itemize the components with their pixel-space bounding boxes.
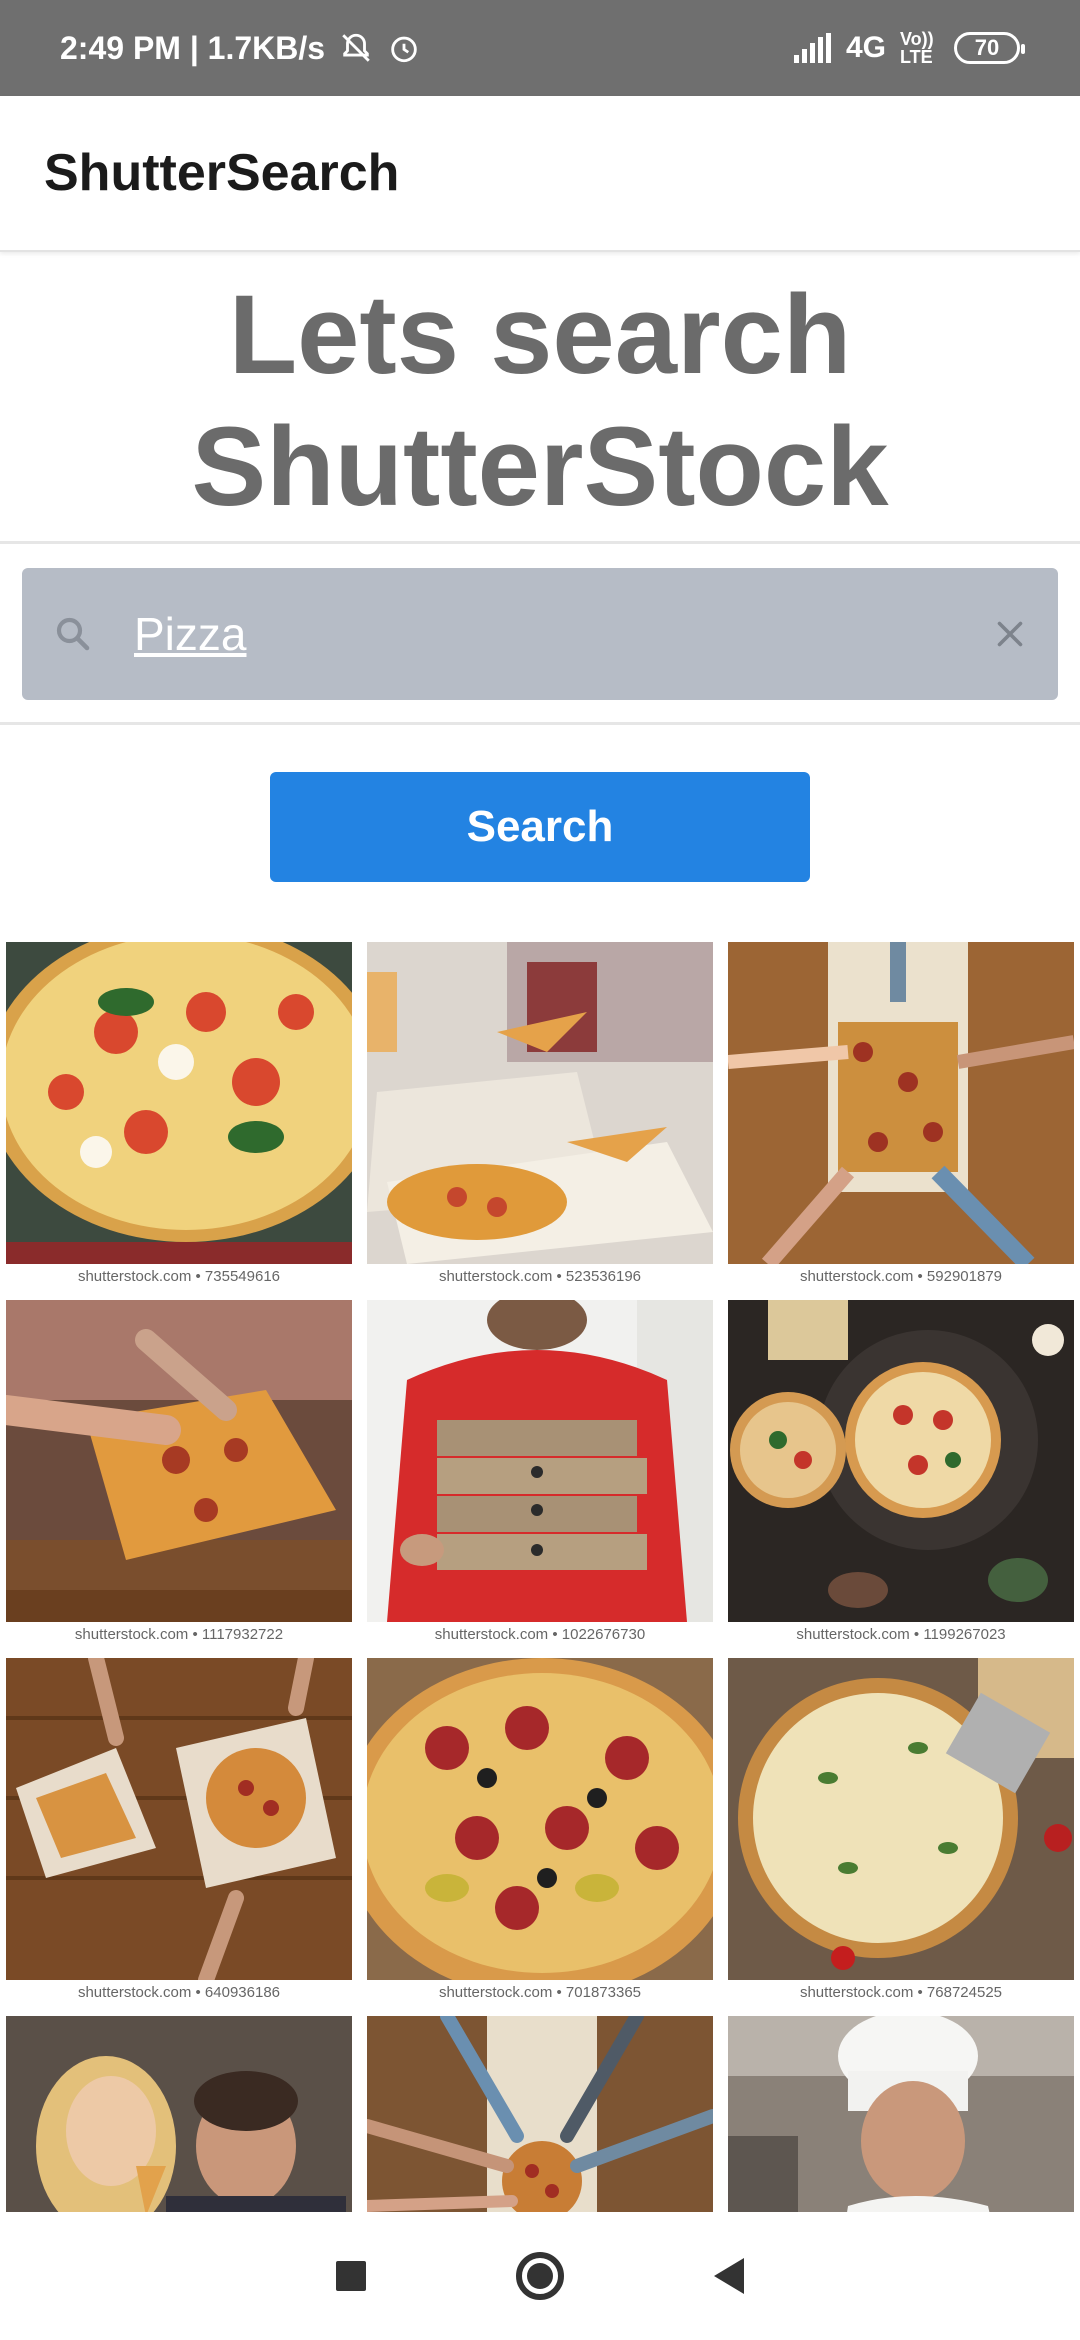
- status-bar: 2:49 PM | 1.7KB/s 4G Vo)) LTE 70: [0, 0, 1080, 96]
- bell-off-icon: [339, 31, 373, 65]
- result-image[interactable]: [6, 942, 352, 1264]
- result-tile-9[interactable]: shutterstock.com • 768724525: [728, 1658, 1074, 2006]
- result-image[interactable]: [6, 1658, 352, 1980]
- result-image[interactable]: [728, 1300, 1074, 1622]
- result-tile-11[interactable]: [367, 2016, 713, 2212]
- result-caption: shutterstock.com • 735549616: [6, 1264, 352, 1290]
- result-tile-12[interactable]: [728, 2016, 1074, 2212]
- recents-icon[interactable]: [336, 2261, 366, 2291]
- search-field[interactable]: Pizza: [22, 568, 1058, 700]
- back-icon[interactable]: [714, 2258, 744, 2294]
- result-image[interactable]: [367, 942, 713, 1264]
- hero-heading: Lets search ShutterStock: [0, 260, 1080, 544]
- result-image[interactable]: [6, 1300, 352, 1622]
- network-type: 4G: [845, 31, 886, 64]
- result-tile-6[interactable]: shutterstock.com • 1199267023: [728, 1300, 1074, 1648]
- battery-icon: 70: [954, 32, 1025, 64]
- result-caption: shutterstock.com • 640936186: [6, 1980, 352, 2006]
- battery-level: 70: [974, 35, 1000, 60]
- status-time: 2:49 PM | 1.7KB/s: [60, 29, 326, 66]
- result-tile-1[interactable]: shutterstock.com • 735549616: [6, 942, 352, 1290]
- result-image[interactable]: [367, 1300, 713, 1622]
- result-image[interactable]: [6, 2016, 352, 2212]
- result-tile-10[interactable]: [6, 2016, 352, 2212]
- result-tile-7[interactable]: shutterstock.com • 640936186: [6, 1658, 352, 2006]
- result-caption: shutterstock.com • 1022676730: [367, 1622, 713, 1648]
- result-image[interactable]: [367, 2016, 713, 2212]
- result-image[interactable]: [367, 1658, 713, 1980]
- volte-indicator: Vo)) LTE: [900, 29, 934, 67]
- navigation-bar: [0, 2212, 1080, 2340]
- result-image[interactable]: [728, 2016, 1074, 2212]
- result-tile-3[interactable]: shutterstock.com • 592901879: [728, 942, 1074, 1290]
- result-image[interactable]: [728, 1658, 1074, 1980]
- status-left: 2:49 PM | 1.7KB/s: [60, 30, 421, 67]
- hero-line-2: ShutterStock: [191, 403, 889, 529]
- hero-line-1: Lets search: [228, 271, 852, 397]
- search-icon: [52, 613, 94, 655]
- signal-icon: [793, 33, 832, 63]
- search-button[interactable]: Search: [270, 772, 810, 882]
- search-input[interactable]: Pizza: [134, 607, 992, 661]
- result-tile-5[interactable]: shutterstock.com • 1022676730: [367, 1300, 713, 1648]
- result-caption: shutterstock.com • 523536196: [367, 1264, 713, 1290]
- divider: [0, 722, 1080, 725]
- app-title: ShutterSearch: [44, 144, 400, 202]
- home-icon[interactable]: [516, 2252, 564, 2300]
- result-caption: shutterstock.com • 768724525: [728, 1980, 1074, 2006]
- result-caption: shutterstock.com • 701873365: [367, 1980, 713, 2006]
- result-caption: shutterstock.com • 592901879: [728, 1264, 1074, 1290]
- result-tile-8[interactable]: shutterstock.com • 701873365: [367, 1658, 713, 2006]
- result-image[interactable]: [728, 942, 1074, 1264]
- clear-icon[interactable]: [992, 616, 1028, 652]
- results-grid: shutterstock.com • 735549616 shutterstoc…: [6, 942, 1074, 2212]
- status-right: 4G Vo)) LTE 70: [793, 29, 1025, 67]
- app-bar: ShutterSearch: [0, 96, 1080, 252]
- result-tile-2[interactable]: shutterstock.com • 523536196: [367, 942, 713, 1290]
- result-caption: shutterstock.com • 1199267023: [728, 1622, 1074, 1648]
- result-tile-4[interactable]: shutterstock.com • 1117932722: [6, 1300, 352, 1648]
- result-caption: shutterstock.com • 1117932722: [6, 1622, 352, 1648]
- alarm-icon: [387, 31, 421, 65]
